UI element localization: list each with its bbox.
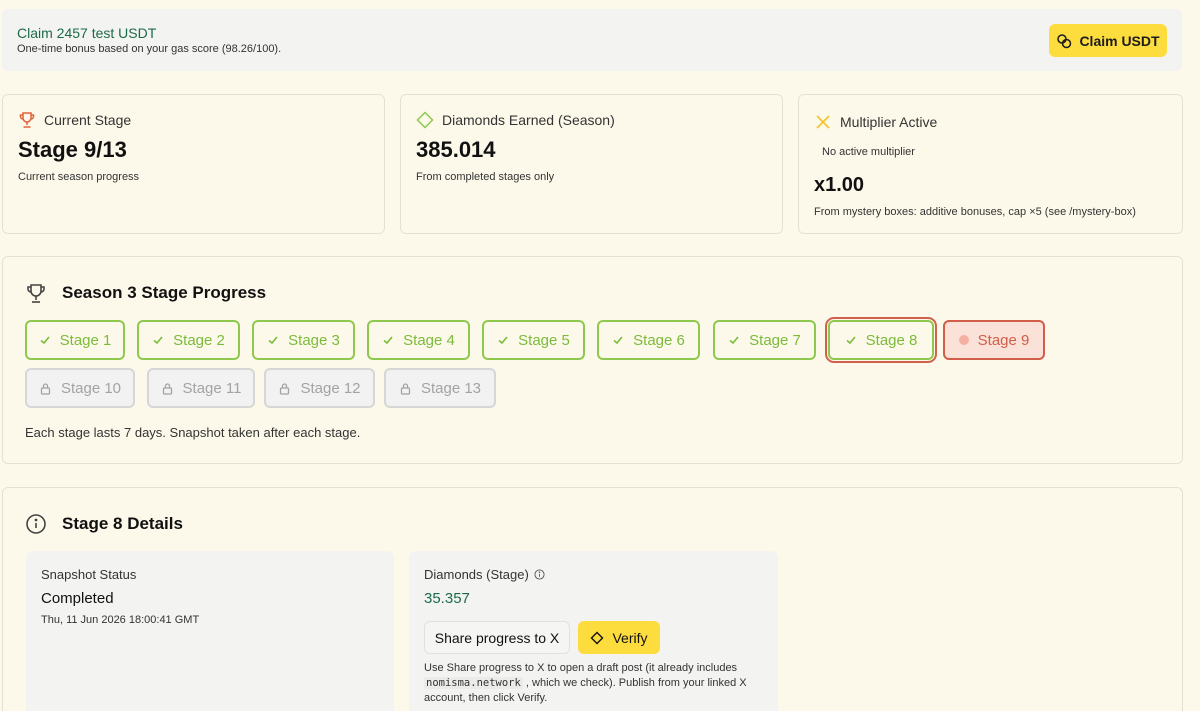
lock-icon bbox=[162, 382, 172, 395]
diamonds-earned-card: Diamonds Earned (Season) 385.014 From co… bbox=[400, 94, 783, 234]
stage-button-6[interactable]: Stage 6 bbox=[597, 320, 700, 360]
stage-button-12: Stage 12 bbox=[264, 368, 375, 408]
stage-button-13: Stage 13 bbox=[384, 368, 496, 408]
snapshot-status-panel: Snapshot Status Completed Thu, 11 Jun 20… bbox=[26, 551, 394, 711]
claim-banner: Claim 2457 test USDT One-time bonus base… bbox=[2, 9, 1182, 71]
stage-label: Stage 4 bbox=[403, 331, 455, 349]
lock-icon bbox=[400, 382, 411, 395]
stage-button-5[interactable]: Stage 5 bbox=[482, 320, 585, 360]
stage-details-card: Stage 8 Details Snapshot Status Complete… bbox=[2, 487, 1183, 711]
info-icon[interactable] bbox=[534, 569, 545, 580]
diamonds-stage-panel: Diamonds (Stage) 35.357 Share progress t… bbox=[409, 551, 778, 711]
diamond-icon bbox=[416, 111, 434, 129]
stage-label: Stage 10 bbox=[60, 379, 122, 397]
claim-button-label: Claim USDT bbox=[1079, 32, 1160, 49]
stage-label: Stage 13 bbox=[420, 379, 482, 397]
diamonds-earned-value: 385.014 bbox=[416, 137, 496, 162]
coins-icon bbox=[1057, 33, 1072, 48]
check-icon bbox=[40, 336, 50, 345]
stage-button-10: Stage 10 bbox=[25, 368, 135, 408]
stage-button-4[interactable]: Stage 4 bbox=[367, 320, 470, 360]
share-help-text: Use Share progress to X to open a draft … bbox=[424, 661, 769, 706]
stage-details-header: Stage 8 Details bbox=[25, 513, 183, 535]
stage-progress-note: Each stage lasts 7 days. Snapshot taken … bbox=[25, 425, 361, 440]
stage-button-1[interactable]: Stage 1 bbox=[25, 320, 125, 360]
stage-button-9[interactable]: Stage 9 bbox=[943, 320, 1045, 360]
share-progress-button[interactable]: Share progress to X bbox=[424, 621, 570, 654]
diamonds-earned-sub: From completed stages only bbox=[416, 171, 555, 183]
stage-button-3[interactable]: Stage 3 bbox=[252, 320, 355, 360]
stage-label: Stage 9 bbox=[977, 331, 1030, 349]
diamonds-earned-header: Diamonds Earned (Season) bbox=[416, 111, 615, 129]
verify-button[interactable]: Verify bbox=[578, 621, 660, 654]
verify-button-label: Verify bbox=[612, 629, 648, 646]
active-dot-icon bbox=[958, 335, 969, 345]
multiplier-card: Multiplier Active No active multiplier x… bbox=[798, 94, 1183, 234]
multiplier-sub: From mystery boxes: additive bonuses, ca… bbox=[814, 206, 1136, 218]
info-icon bbox=[26, 514, 46, 534]
check-icon bbox=[498, 336, 508, 345]
trophy-icon bbox=[27, 284, 45, 303]
stage-label: Stage 7 bbox=[749, 331, 801, 349]
check-icon bbox=[383, 336, 393, 345]
stage-button-11: Stage 11 bbox=[147, 368, 255, 408]
stage-progress-title: Season 3 Stage Progress bbox=[62, 283, 267, 302]
check-icon bbox=[153, 336, 163, 345]
stage-progress-header: Season 3 Stage Progress bbox=[25, 282, 266, 304]
multiplier-status: No active multiplier bbox=[822, 146, 915, 158]
check-icon bbox=[846, 336, 856, 345]
current-stage-label: Current Stage bbox=[44, 112, 132, 128]
multiplier-label: Multiplier Active bbox=[840, 114, 938, 130]
diamonds-stage-label: Diamonds (Stage) bbox=[424, 567, 529, 582]
diamonds-earned-label: Diamonds Earned (Season) bbox=[442, 112, 615, 128]
share-help-before: Use Share progress to X to open a draft … bbox=[424, 662, 738, 674]
stage-button-7[interactable]: Stage 7 bbox=[713, 320, 816, 360]
stage-label: Stage 8 bbox=[865, 331, 918, 349]
stage-button-8[interactable]: Stage 8 bbox=[825, 317, 937, 363]
stage-label: Stage 2 bbox=[173, 331, 225, 349]
stage-label: Stage 6 bbox=[633, 331, 685, 349]
check-icon bbox=[268, 336, 278, 345]
check-icon bbox=[613, 336, 623, 345]
stage-label: Stage 1 bbox=[59, 331, 112, 349]
snapshot-status-value: Completed bbox=[41, 590, 114, 607]
multiplier-value: x1.00 bbox=[814, 174, 865, 196]
current-stage-value: Stage 9/13 bbox=[18, 137, 127, 162]
snapshot-timestamp: Thu, 11 Jun 2026 18:00:41 GMT bbox=[41, 614, 200, 626]
trophy-icon bbox=[19, 112, 35, 128]
x-icon bbox=[816, 115, 830, 129]
stage-button-2[interactable]: Stage 2 bbox=[137, 320, 240, 360]
stage-label: Stage 3 bbox=[288, 331, 340, 349]
claim-title: Claim 2457 test USDT bbox=[17, 25, 157, 41]
diamonds-stage-value: 35.357 bbox=[424, 590, 470, 607]
check-icon bbox=[729, 336, 739, 345]
lock-icon bbox=[280, 382, 290, 395]
snapshot-status-label: Snapshot Status bbox=[41, 567, 137, 582]
current-stage-card: Current Stage Stage 9/13 Current season … bbox=[2, 94, 385, 234]
diamond-icon bbox=[590, 631, 604, 644]
multiplier-header: Multiplier Active bbox=[814, 113, 937, 131]
stage-details-title: Stage 8 Details bbox=[62, 514, 183, 533]
claim-usdt-button[interactable]: Claim USDT bbox=[1049, 24, 1167, 57]
current-stage-sub: Current season progress bbox=[18, 171, 140, 183]
current-stage-header: Current Stage bbox=[18, 111, 131, 129]
stage-label: Stage 11 bbox=[182, 379, 242, 397]
stage-label: Stage 12 bbox=[300, 379, 361, 397]
claim-subtitle: One-time bonus based on your gas score (… bbox=[17, 43, 282, 55]
diamonds-stage-header: Diamonds (Stage) bbox=[424, 567, 545, 582]
stage-label: Stage 5 bbox=[518, 331, 570, 349]
share-help-domain: nomisma.network bbox=[424, 677, 523, 689]
stage-progress-card: Season 3 Stage Progress Stage 1 Stage 2 St… bbox=[2, 256, 1183, 464]
lock-icon bbox=[40, 382, 51, 395]
